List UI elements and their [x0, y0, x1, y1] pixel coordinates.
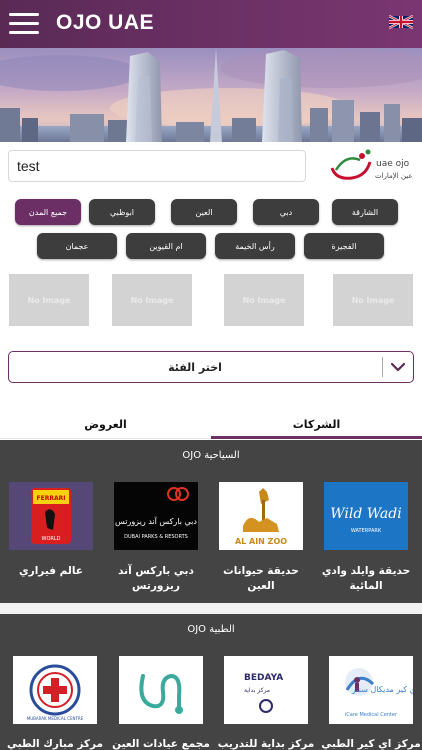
company-name-line: دبي باركس آند — [118, 565, 194, 577]
offer-image-placeholder[interactable]: No Image — [333, 274, 413, 326]
section-gap — [0, 603, 422, 614]
svg-text:DUBAI PARKS & RESORTS: DUBAI PARKS & RESORTS — [124, 534, 188, 540]
company-name-line: المائية — [349, 580, 383, 592]
svg-text:WATERPARK: WATERPARK — [351, 528, 382, 534]
city-chip-umm-al-quwain[interactable]: ام القيوين — [126, 233, 206, 259]
city-chip-sharjah[interactable]: الشارقة — [332, 199, 398, 225]
company-name[interactable]: مركز مبارك الطبي — [5, 737, 105, 750]
ferrari-world-logo[interactable]: FERRARI WORLD — [9, 482, 93, 550]
city-chip-fujairah[interactable]: الفجيرة — [304, 233, 384, 259]
app-title: OJO UAE — [56, 11, 155, 34]
active-tab-indicator — [211, 436, 422, 439]
city-chip-abu-dhabi[interactable]: ابوظبي — [89, 199, 155, 225]
offer-image-placeholder[interactable]: No Image — [224, 274, 304, 326]
svg-text:اي كير مديكال سنتر: اي كير مديكال سنتر — [351, 685, 413, 694]
svg-text:عين الإمارات: عين الإمارات — [375, 172, 413, 180]
company-name[interactable]: دبي باركس آند ريزورتس — [106, 564, 206, 594]
company-name[interactable]: مجمع عيادات العين — [111, 737, 211, 750]
city-chip-all[interactable]: جميع المدن — [15, 199, 81, 225]
company-name-line: حديقة وايلد وادي — [321, 565, 411, 577]
section-title: OJO السياحية — [182, 450, 240, 461]
section-title: OJO الطبية — [187, 624, 235, 635]
svg-text:مركز بداية: مركز بداية — [244, 687, 270, 694]
company-name[interactable]: مركز بداية للتدريب — [216, 737, 316, 750]
chevron-down-icon — [390, 362, 406, 372]
company-name[interactable]: مركز اي كير الطبي — [321, 737, 421, 750]
tourism-section: OJO السياحية FERRARI WORLD عالم فيراري د… — [0, 440, 422, 603]
company-name[interactable]: عالم فيراري — [1, 564, 101, 579]
svg-text:iCare Medical Center: iCare Medical Center — [345, 712, 398, 718]
svg-text:Wild Wadi: Wild Wadi — [330, 506, 401, 522]
company-name[interactable]: حديقة وايلد وادي المائية — [316, 564, 416, 594]
svg-text:MUBARAK MEDICAL CENTRE: MUBARAK MEDICAL CENTRE — [27, 716, 84, 721]
select-divider — [382, 357, 383, 377]
menu-icon[interactable] — [9, 13, 39, 35]
uk-flag-icon[interactable] — [389, 15, 413, 29]
dubai-parks-logo[interactable]: دبي باركس آند ريزورتس DUBAI PARKS & RESO… — [114, 482, 198, 550]
category-select[interactable]: اختر الفئة — [8, 351, 414, 383]
svg-text:AL AIN ZOO: AL AIN ZOO — [235, 537, 287, 546]
icare-medical-logo[interactable]: اي كير مديكال سنتر iCare Medical Center — [329, 656, 413, 724]
bedaya-logo[interactable]: BEDAYA مركز بداية — [224, 656, 308, 724]
search-input[interactable] — [8, 150, 306, 182]
svg-text:FERRARI: FERRARI — [37, 495, 66, 502]
skyline-banner-image — [0, 48, 422, 142]
company-name[interactable]: حديقة حيوانات العين — [211, 564, 311, 594]
medical-section: OJO الطبية MUBARAK MEDICAL CENTRE مركز م… — [0, 614, 422, 750]
svg-text:BEDAYA: BEDAYA — [244, 673, 283, 683]
al-ain-clinics-logo[interactable] — [119, 656, 203, 724]
offer-image-placeholder[interactable]: No Image — [9, 274, 89, 326]
tab-companies[interactable]: الشركات — [211, 410, 422, 438]
al-ain-zoo-logo[interactable]: AL AIN ZOO — [219, 482, 303, 550]
uae-ojo-logo: uae ojo عين الإمارات — [326, 146, 414, 186]
city-chip-ajman[interactable]: عجمان — [37, 233, 117, 259]
svg-text:دبي باركس آند ريزورتس: دبي باركس آند ريزورتس — [115, 516, 197, 526]
city-chip-ras-al-khaimah[interactable]: رأس الخيمة — [215, 233, 295, 259]
svg-text:WORLD: WORLD — [42, 536, 61, 542]
wild-wadi-logo[interactable]: Wild Wadi WATERPARK — [324, 482, 408, 550]
company-name-line: ريزورتس — [132, 580, 180, 592]
category-select-label: اختر الفئة — [168, 360, 222, 374]
city-chip-dubai[interactable]: دبي — [253, 199, 319, 225]
offer-image-placeholder[interactable]: No Image — [112, 274, 192, 326]
app-header: OJO UAE — [0, 0, 422, 48]
city-chip-al-ain[interactable]: العين — [171, 199, 237, 225]
mubarak-medical-logo[interactable]: MUBARAK MEDICAL CENTRE — [13, 656, 97, 724]
svg-text:uae ojo: uae ojo — [376, 159, 410, 169]
tab-offers[interactable]: العروض — [0, 410, 211, 438]
